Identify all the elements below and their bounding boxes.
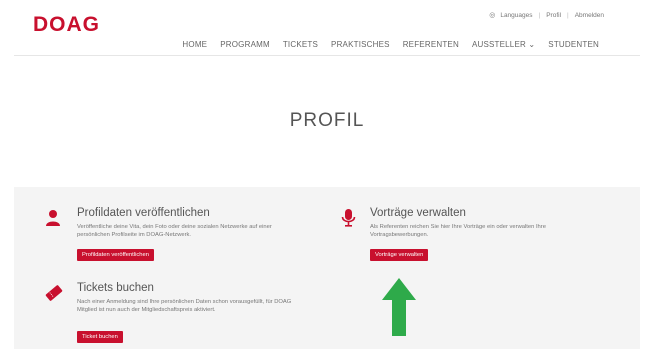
ticket-buchen-button[interactable]: Ticket buchen — [77, 331, 123, 343]
vortraege-button[interactable]: Vorträge verwalten — [370, 249, 429, 261]
nav-item-studenten[interactable]: STUDENTEN — [548, 40, 599, 49]
card-vortraege: Vorträge verwalten Als Referenten reiche… — [338, 207, 598, 265]
ticket-icon — [45, 285, 63, 301]
main-nav: HOME PROGRAMM TICKETS PRAKTISCHES REFERE… — [182, 40, 599, 49]
separator: | — [538, 11, 541, 19]
page-title: PROFIL — [289, 110, 365, 131]
card-text: Veröffentliche deine Vita, dein Foto ode… — [77, 224, 272, 238]
separator: | — [567, 11, 569, 19]
card-title: Tickets buchen — [77, 282, 154, 294]
card-title: Vorträge verwalten — [370, 207, 466, 219]
globe-icon: ◎ — [489, 12, 496, 19]
user-icon — [46, 210, 60, 226]
profil-link[interactable]: Profil — [546, 12, 561, 19]
nav-item-programm[interactable]: PROGRAMM — [220, 40, 270, 49]
top-links: ◎ Languages | Profil | Abmelden — [489, 11, 604, 20]
card-text: Als Referenten reichen Sie hier Ihre Vor… — [370, 224, 546, 238]
nav-item-praktisches[interactable]: PRAKTISCHES — [331, 40, 390, 49]
nav-item-aussteller[interactable]: AUSSTELLER ⌄ — [472, 40, 535, 49]
card-text: Nach einer Anmeldung sind Ihre persönlic… — [77, 299, 292, 313]
header-divider — [14, 55, 640, 56]
arrow-up-icon — [382, 278, 416, 336]
nav-item-tickets[interactable]: TICKETS — [283, 40, 318, 49]
languages-link[interactable]: Languages — [500, 12, 532, 19]
nav-item-home[interactable]: HOME — [182, 40, 207, 49]
abmelden-link[interactable]: Abmelden — [575, 12, 604, 19]
nav-item-referenten[interactable]: REFERENTEN — [403, 40, 459, 49]
profildaten-button[interactable]: Profildaten veröffentlichen — [77, 249, 154, 261]
logo[interactable]: DOAG — [33, 13, 100, 37]
microphone-icon — [341, 209, 356, 227]
card-tickets: Tickets buchen Nach einer Anmeldung sind… — [45, 282, 305, 344]
card-title: Profildaten veröffentlichen — [77, 207, 210, 219]
card-profildaten: Profildaten veröffentlichen Veröffentlic… — [45, 207, 305, 265]
